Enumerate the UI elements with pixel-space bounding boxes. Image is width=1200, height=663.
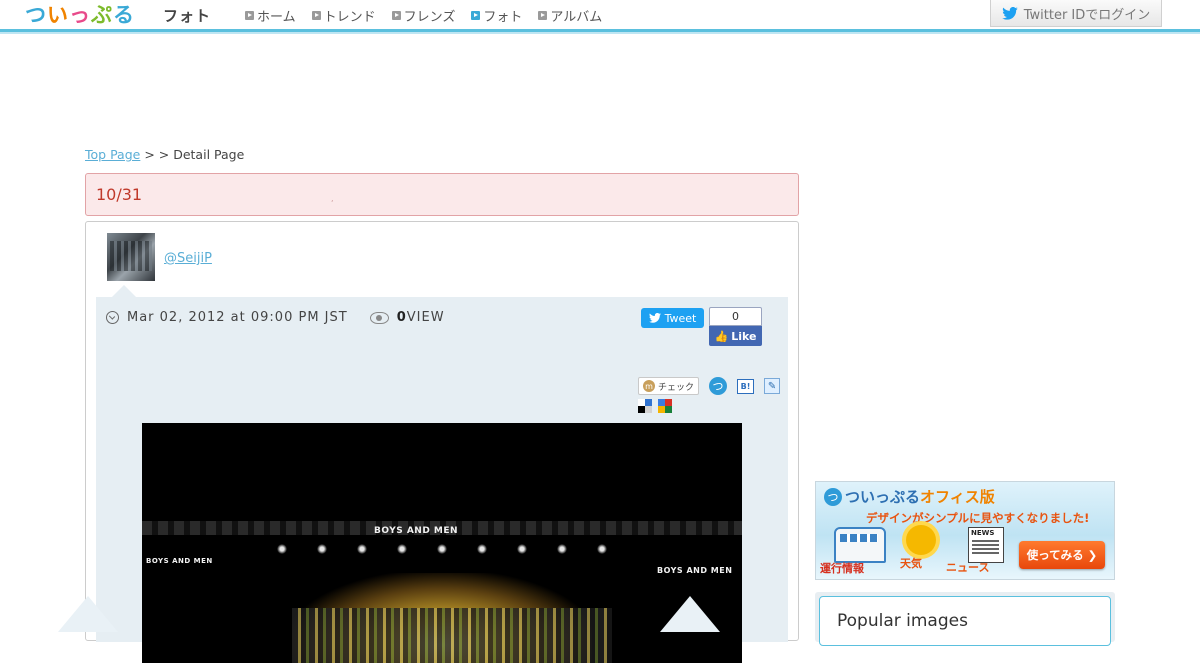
popular-images-title: Popular images (837, 611, 968, 631)
google-bookmark-icon[interactable] (658, 399, 672, 413)
weather-label: 天気 (900, 557, 922, 570)
breadcrumb-current: Detail Page (173, 147, 245, 162)
twitter-login-button[interactable]: Twitter IDでログイン (990, 0, 1162, 27)
share-buttons-row2 (638, 399, 672, 413)
post-title-extra: , (331, 194, 334, 203)
nav-item-photo[interactable]: フォト (471, 6, 522, 25)
facebook-like-widget: 0 👍 Like (709, 307, 762, 346)
stage-performers (292, 608, 612, 663)
breadcrumb-separator: > (140, 147, 159, 162)
nav-label: ホーム (257, 10, 296, 25)
logo-char: つ (25, 3, 47, 27)
train-icon (834, 527, 886, 563)
office-banner-illustrations: 運行情報 天気 ニュース (816, 525, 1026, 579)
section-title: フォト (163, 7, 212, 25)
hatena-bookmark-button[interactable]: B! (737, 378, 755, 394)
post-date-row: Mar 02, 2012 at 09:00 PM JST 0 VIEW (106, 310, 445, 325)
office-banner-name-accent: オフィス版 (920, 488, 995, 506)
nav-item-friends[interactable]: フレンズ (391, 6, 456, 25)
site-logo[interactable]: つ い っ ぷ る (25, 1, 135, 27)
arrow-right-icon (471, 11, 481, 20)
mixi-icon: m (643, 380, 655, 392)
post-date: Mar 02, 2012 at 09:00 PM JST (127, 310, 348, 325)
breadcrumb-home-link[interactable]: Top Page (85, 147, 140, 162)
popular-images-panel: Popular images (815, 592, 1115, 646)
nav-item-trend[interactable]: トレンド (311, 6, 376, 25)
try-office-button[interactable]: 使ってみる ❯ (1019, 541, 1105, 569)
nav-label: フォト (483, 10, 523, 25)
like-label: Like (731, 329, 757, 343)
stage-lights (272, 541, 632, 557)
arrow-right-icon (311, 11, 321, 20)
tsuipuru-logo-icon: つ (824, 487, 842, 506)
like-count: 0 (709, 307, 762, 326)
office-banner-title: つ ついっぷるオフィス版 (824, 486, 995, 507)
logo-char: ぷ (91, 3, 113, 27)
twitter-bird-icon (648, 313, 661, 323)
nav-label: アルバム (550, 10, 603, 25)
office-version-banner[interactable]: つ ついっぷるオフィス版 デザインがシンプルに見やすくなりました! 運行情報 天… (815, 481, 1115, 580)
decoration-triangle (660, 596, 720, 632)
pencil-icon[interactable]: ✎ (764, 378, 781, 394)
post-panel: @SeijiP Mar 02, 2012 at 09:00 PM JST 0 VI… (85, 221, 799, 663)
view-counter: 0 VIEW (369, 310, 445, 325)
decoration-triangle (58, 596, 118, 632)
logo-char: る (113, 3, 135, 27)
mixi-label: チェック (658, 382, 695, 393)
clock-icon (106, 311, 119, 324)
try-label: 使ってみる (1026, 548, 1084, 562)
tweet-label: Tweet (664, 311, 697, 325)
post-photo[interactable]: BOYS AND MEN BOYS AND MEN BOYS AND MEN (142, 423, 742, 663)
top-header: つ い っ ぷ る フォト ホーム トレンド フレンズ フォト アルバム Twi… (0, 0, 1200, 32)
office-banner-name: ついっぷるオフィス版 (845, 486, 995, 507)
logo-char: い (47, 3, 69, 27)
newspaper-icon (968, 527, 1004, 563)
sun-icon (906, 525, 936, 555)
view-count: 0 (396, 310, 407, 325)
post-meta-box: Mar 02, 2012 at 09:00 PM JST 0 VIEW Tweet… (96, 285, 788, 663)
like-button[interactable]: 👍 Like (709, 326, 762, 346)
nav-label: フレンズ (403, 10, 456, 25)
stage-banner-text: BOYS AND MEN (657, 566, 733, 575)
office-banner-name-main: ついっぷる (845, 488, 921, 506)
login-label: Twitter IDでログイン (1023, 7, 1151, 23)
breadcrumb-separator: > (158, 147, 174, 162)
share-buttons: m チェック つ B! ✎ (638, 377, 781, 395)
arrow-right-icon (391, 11, 401, 20)
eye-icon (369, 311, 389, 324)
arrow-right-icon (538, 11, 548, 20)
popular-images-header: Popular images (819, 596, 1111, 646)
avatar[interactable] (107, 233, 155, 281)
chevron-right-icon: ❯ (1087, 548, 1098, 562)
main-nav: ホーム トレンド フレンズ フォト アルバム (245, 6, 602, 25)
username-link[interactable]: @SeijiP (164, 251, 212, 266)
mixi-check-button[interactable]: m チェック (638, 377, 700, 395)
post-title: 10/31 (96, 185, 143, 204)
nav-item-home[interactable]: ホーム (245, 6, 296, 25)
news-label: ニュース (946, 561, 990, 574)
office-banner-subtitle: デザインがシンプルに見やすくなりました! (866, 511, 1090, 525)
tsuipuru-share-button[interactable]: つ (709, 377, 728, 395)
view-label: VIEW (406, 310, 445, 325)
breadcrumb: Top Page > > Detail Page (85, 147, 244, 162)
delicious-icon[interactable] (638, 399, 652, 413)
post-title-box: 10/31 , (85, 173, 799, 216)
train-info-label: 運行情報 (820, 562, 864, 575)
stage-banner-text: BOYS AND MEN (146, 557, 213, 565)
twitter-bird-icon (1001, 6, 1018, 20)
tweet-button[interactable]: Tweet (641, 308, 704, 328)
arrow-right-icon (245, 11, 254, 20)
stage-banner-text: BOYS AND MEN (374, 526, 459, 536)
logo-char: っ (69, 3, 91, 27)
thumbs-up-icon: 👍 (714, 329, 729, 343)
nav-label: トレンド (323, 10, 376, 25)
nav-item-album[interactable]: アルバム (538, 6, 602, 25)
